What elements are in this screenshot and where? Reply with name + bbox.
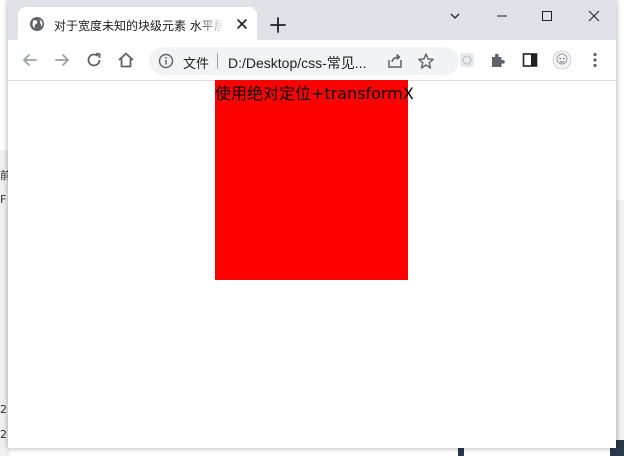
centered-red-box: 使用绝对定位+transformX bbox=[215, 80, 414, 280]
site-info-icon[interactable] bbox=[158, 53, 174, 69]
tab-search-chevron-icon[interactable] bbox=[445, 6, 465, 26]
extensions-puzzle-icon[interactable] bbox=[488, 50, 508, 70]
globe-icon bbox=[30, 17, 44, 31]
url-text[interactable]: D:/Desktop/css-常见... bbox=[228, 53, 366, 73]
side-panel-icon[interactable] bbox=[520, 50, 540, 70]
background-text-fragment: F bbox=[0, 193, 7, 206]
new-tab-icon[interactable] bbox=[269, 16, 287, 34]
maximize-icon[interactable] bbox=[537, 6, 557, 26]
home-icon[interactable] bbox=[116, 50, 136, 70]
forward-arrow-icon[interactable] bbox=[52, 50, 72, 70]
extension-puzzle-grey-icon[interactable] bbox=[457, 50, 477, 70]
address-bar[interactable]: 文件 D:/Desktop/css-常见... bbox=[149, 47, 459, 75]
browser-toolbar: 文件 D:/Desktop/css-常见... bbox=[8, 40, 616, 81]
menu-kebab-icon[interactable] bbox=[585, 50, 605, 70]
reload-icon[interactable] bbox=[84, 50, 104, 70]
file-scheme-label: 文件 bbox=[183, 57, 210, 72]
box-label: 使用绝对定位+transformX bbox=[215, 84, 414, 103]
page-viewport: 使用绝对定位+transformX bbox=[8, 80, 616, 448]
minimize-icon[interactable] bbox=[492, 6, 512, 26]
browser-tab[interactable]: 对于宽度未知的块级元素 水平居中 bbox=[18, 7, 257, 40]
profile-avatar-icon[interactable] bbox=[552, 50, 572, 70]
title-bar: 对于宽度未知的块级元素 水平居中 bbox=[8, 0, 616, 40]
close-tab-icon[interactable] bbox=[234, 16, 250, 32]
address-separator bbox=[217, 53, 218, 69]
tab-title: 对于宽度未知的块级元素 水平居中 bbox=[54, 19, 224, 33]
close-window-icon[interactable] bbox=[584, 6, 604, 26]
bookmark-star-icon[interactable] bbox=[417, 52, 435, 70]
browser-window: 对于宽度未知的块级元素 水平居中 文件 D:/Desktop/css-常见...… bbox=[8, 0, 616, 448]
share-icon[interactable] bbox=[386, 52, 404, 70]
back-arrow-icon[interactable] bbox=[20, 50, 40, 70]
